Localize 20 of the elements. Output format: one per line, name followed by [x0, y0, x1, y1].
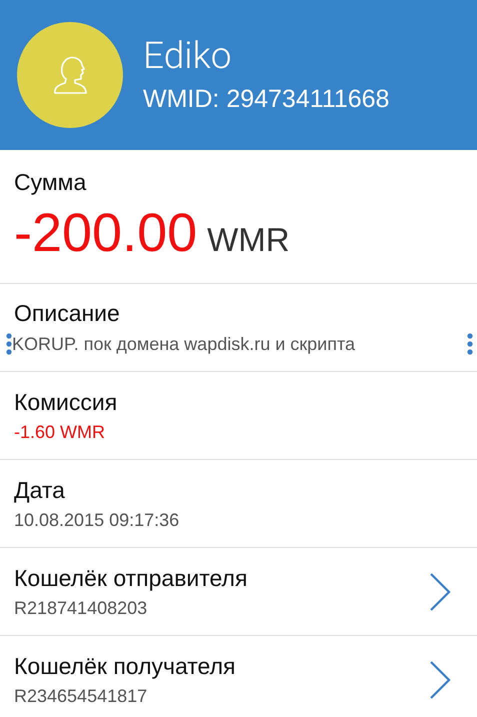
description-text: KORUP. пок домена wapdisk.ru и скрипта	[12, 334, 356, 354]
currency-text: WMR	[207, 221, 290, 260]
chevron-right-icon[interactable]	[429, 660, 451, 700]
fee-value: -1.60 WMR	[14, 422, 106, 442]
user-name: Ediko	[143, 38, 232, 75]
field-label: Сумма	[14, 169, 86, 196]
field-label: Кошелёк получателя	[14, 652, 236, 680]
selection-handle-icon[interactable]	[467, 333, 473, 355]
chevron-right-icon[interactable]	[429, 572, 451, 612]
field-label: Описание	[14, 300, 121, 327]
amount-value: -200.00	[14, 204, 198, 264]
person-icon	[53, 55, 87, 95]
field-label: Комиссия	[14, 388, 118, 416]
field-label: Дата	[14, 476, 66, 504]
wallet-number: R234654541817	[14, 686, 148, 706]
selection-handle-icon[interactable]	[6, 333, 12, 355]
wallet-number: R218741408203	[14, 598, 148, 618]
field-label: Кошелёк отправителя	[14, 564, 248, 592]
wmid-text: WMID: 294734111668	[143, 87, 390, 112]
field-value: 10.08.2015 09:17:36	[14, 510, 180, 530]
